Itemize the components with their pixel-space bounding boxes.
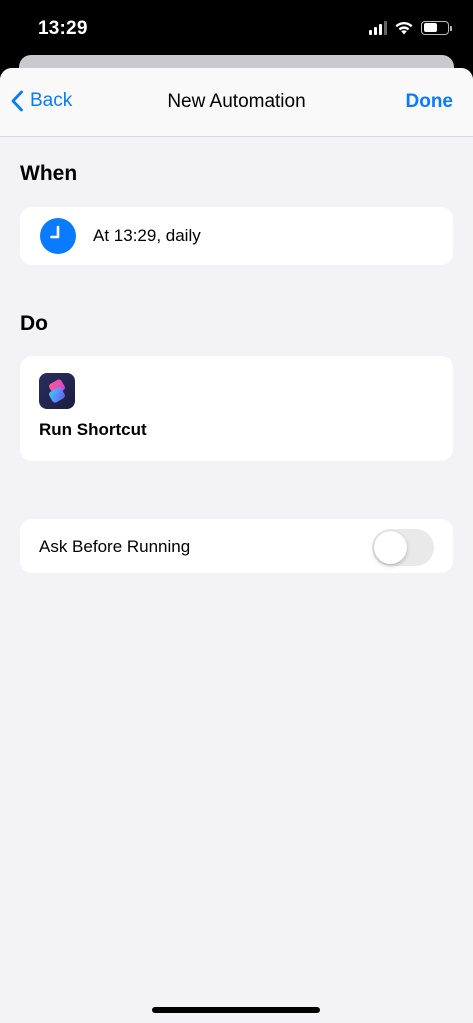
ask-before-running-row: Ask Before Running xyxy=(20,519,453,573)
navigation-bar: Back New Automation Done xyxy=(0,68,473,137)
clock-icon xyxy=(40,218,76,254)
page-title: New Automation xyxy=(167,91,306,112)
ask-before-running-toggle[interactable] xyxy=(372,529,434,566)
toggle-knob xyxy=(374,531,407,564)
action-card[interactable]: Run Shortcut xyxy=(20,356,453,461)
status-icons xyxy=(369,20,452,35)
status-time: 13:29 xyxy=(38,18,88,39)
action-label: Run Shortcut xyxy=(39,420,147,439)
ask-before-running-label: Ask Before Running xyxy=(39,537,191,556)
shortcuts-app-icon xyxy=(39,373,75,409)
status-bar: 13:29 xyxy=(0,0,473,58)
trigger-text: At 13:29, daily xyxy=(93,226,201,245)
battery-icon xyxy=(421,20,452,35)
cellular-signal-icon xyxy=(369,20,387,35)
when-section-header: When xyxy=(20,162,78,185)
trigger-row[interactable]: At 13:29, daily xyxy=(20,207,453,265)
home-indicator[interactable] xyxy=(152,1007,320,1013)
wifi-icon xyxy=(395,21,413,35)
done-button[interactable]: Done xyxy=(406,91,454,113)
automation-sheet: Back New Automation Done When At 13:29, … xyxy=(0,68,473,1023)
do-section-header: Do xyxy=(20,312,48,335)
